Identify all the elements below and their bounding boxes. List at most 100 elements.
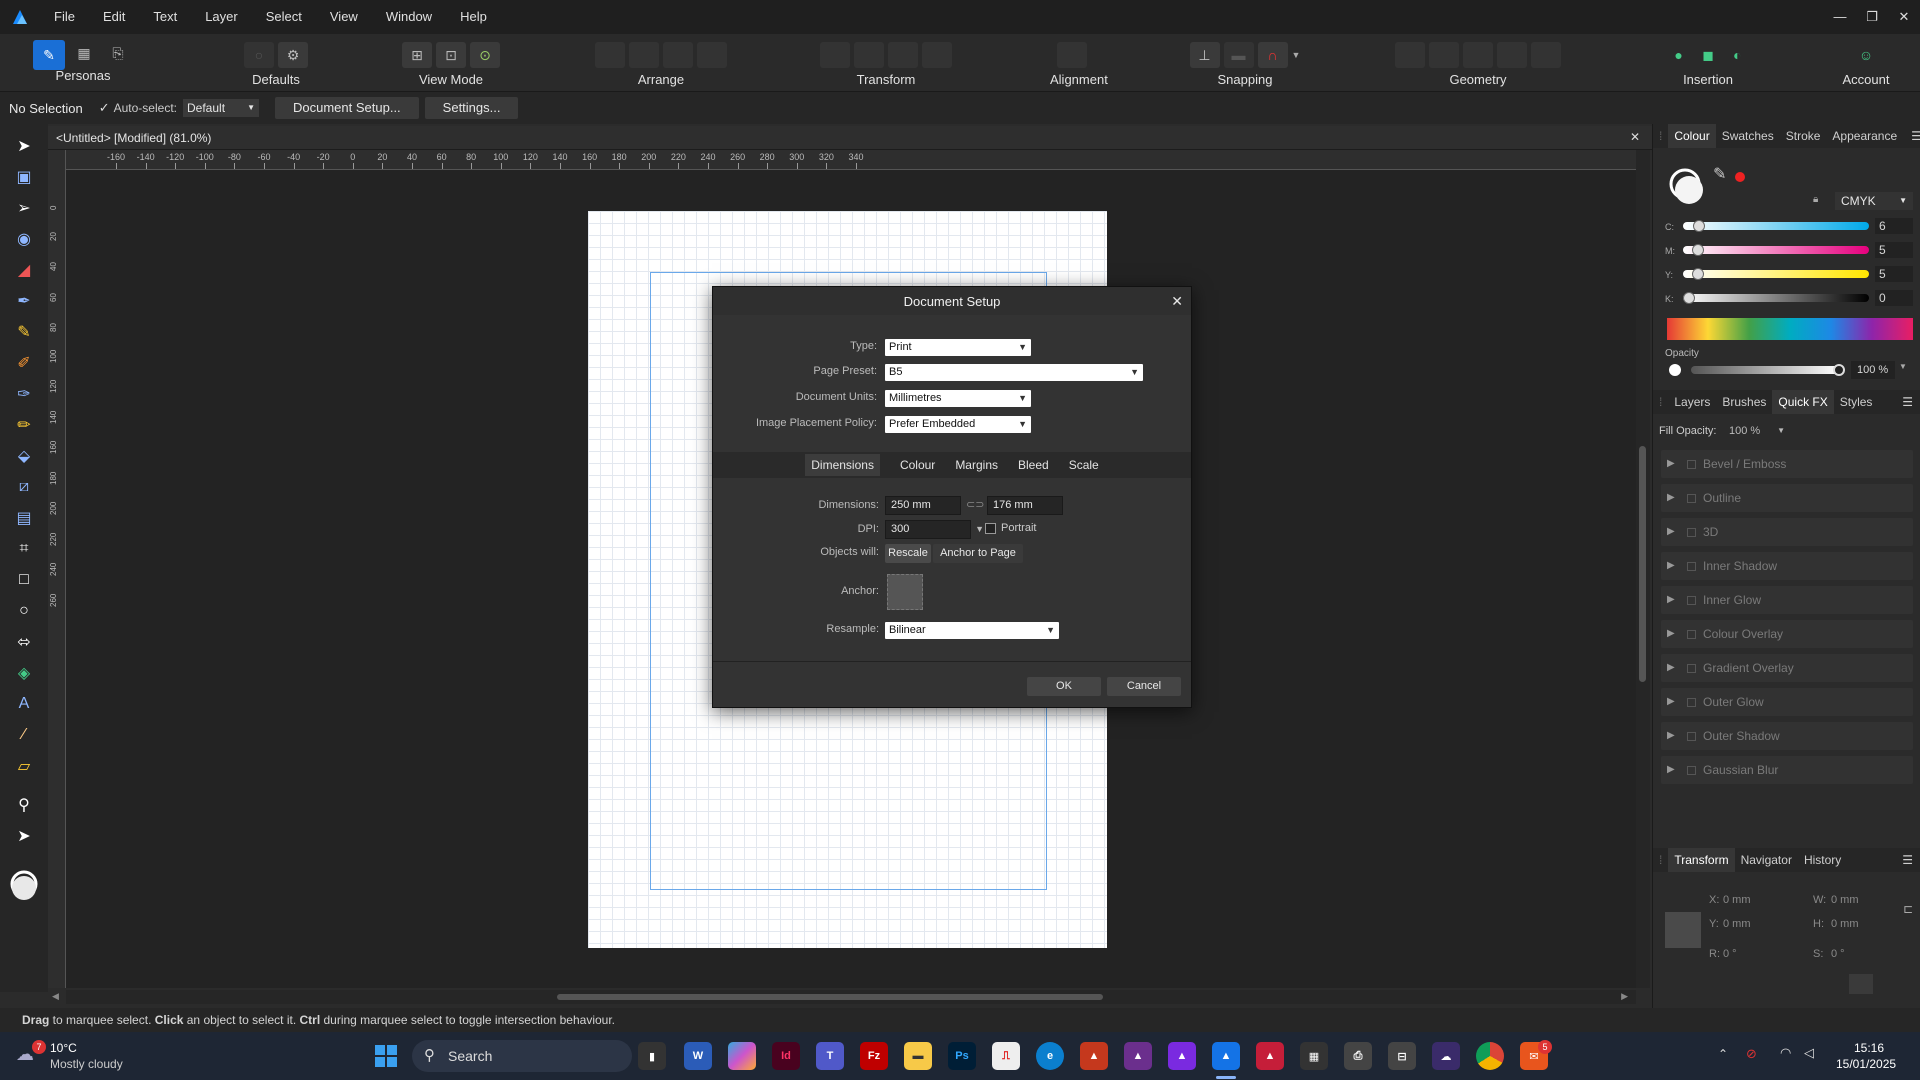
auto-select-dropdown[interactable]: Default ▼: [183, 99, 259, 117]
rotate-left-icon[interactable]: [820, 42, 850, 68]
vector-brush-icon[interactable]: ✐: [0, 347, 48, 378]
view-tool-icon[interactable]: ➤: [0, 820, 48, 851]
tab-dimensions[interactable]: Dimensions: [805, 454, 880, 476]
add-icon[interactable]: [1395, 42, 1425, 68]
ok-button[interactable]: OK: [1027, 677, 1101, 696]
fill-bucket-icon[interactable]: ⬙: [0, 440, 48, 471]
tab-scale[interactable]: Scale: [1069, 458, 1099, 472]
black-slider[interactable]: [1683, 292, 1869, 304]
rescale-button[interactable]: Rescale: [885, 544, 931, 563]
x-field[interactable]: 0 mm: [1723, 894, 1751, 906]
tab-styles[interactable]: Styles: [1834, 395, 1879, 409]
intersect-icon[interactable]: [1463, 42, 1493, 68]
menu-window[interactable]: Window: [372, 0, 446, 34]
effect-checkbox[interactable]: [1687, 664, 1696, 673]
arrange-front-icon[interactable]: [697, 42, 727, 68]
affinity-designer-icon[interactable]: ▲: [1212, 1042, 1240, 1070]
expand-arrow-icon[interactable]: ▶: [1667, 450, 1675, 478]
settings-button[interactable]: Settings...: [424, 97, 519, 119]
contour-tool-icon[interactable]: ◉: [0, 223, 48, 254]
stock-tool-icon[interactable]: ◈: [0, 657, 48, 688]
export-persona-icon[interactable]: ⎘: [103, 40, 133, 66]
close-window-button[interactable]: ✕: [1888, 0, 1920, 34]
magnet-icon[interactable]: ∩: [1257, 42, 1288, 68]
tab-swatches[interactable]: Swatches: [1716, 129, 1780, 143]
crop-tool-icon[interactable]: ⌗: [0, 533, 48, 564]
designer-persona-icon[interactable]: ✎: [33, 40, 65, 70]
alignment-icon[interactable]: [1057, 42, 1087, 68]
opacity-slider[interactable]: [1691, 364, 1845, 376]
minimize-button[interactable]: —: [1824, 0, 1856, 34]
transform-anchor-icon[interactable]: [1665, 912, 1701, 948]
copilot-icon[interactable]: [728, 1042, 756, 1070]
effect-checkbox[interactable]: [1687, 562, 1696, 571]
effect-checkbox[interactable]: [1687, 630, 1696, 639]
tab-stroke[interactable]: Stroke: [1780, 129, 1827, 143]
account-icon[interactable]: ☺: [1851, 42, 1881, 68]
quick-fx-item[interactable]: ▶ Bevel / Emboss: [1661, 450, 1913, 478]
arrange-forward-icon[interactable]: [663, 42, 693, 68]
y-value[interactable]: 5: [1875, 266, 1913, 282]
r-field[interactable]: 0 °: [1723, 948, 1737, 960]
horizontal-scroll-thumb[interactable]: [557, 994, 1103, 1000]
zoom-tool-icon[interactable]: ⚲: [0, 789, 48, 820]
menu-help[interactable]: Help: [446, 0, 501, 34]
expand-arrow-icon[interactable]: ▶: [1667, 552, 1675, 580]
magenta-slider-handle[interactable]: [1692, 244, 1704, 256]
h-field[interactable]: 0 mm: [1831, 918, 1859, 930]
quick-fx-item[interactable]: ▶ Colour Overlay: [1661, 620, 1913, 648]
fill-stroke-swatch-icon[interactable]: [0, 867, 48, 907]
expand-arrow-icon[interactable]: ▶: [1667, 586, 1675, 614]
expand-arrow-icon[interactable]: ▶: [1667, 756, 1675, 784]
restore-button[interactable]: ❐: [1856, 0, 1888, 34]
height-field[interactable]: 176 mm: [987, 496, 1063, 515]
transparency-tool-icon[interactable]: ⧄: [0, 471, 48, 502]
arrange-back-icon[interactable]: [595, 42, 625, 68]
type-select[interactable]: Print ▼: [885, 339, 1031, 356]
close-document-icon[interactable]: ✕: [1630, 130, 1640, 144]
artboard-tool-icon[interactable]: ▣: [0, 161, 48, 192]
task-view-icon[interactable]: ▮: [638, 1042, 666, 1070]
tray-app-icon[interactable]: ⊘: [1746, 1046, 1757, 1062]
c-value[interactable]: 6: [1875, 218, 1913, 234]
chrome-icon[interactable]: [1476, 1042, 1504, 1070]
magenta-slider[interactable]: [1683, 244, 1869, 256]
tab-margins[interactable]: Margins: [955, 458, 998, 472]
tab-transform[interactable]: Transform: [1668, 848, 1735, 872]
sync-defaults-icon[interactable]: ○: [244, 42, 274, 68]
affinity-publisher-old-icon[interactable]: ▲: [1080, 1042, 1108, 1070]
yellow-slider-handle[interactable]: [1692, 268, 1704, 280]
expand-arrow-icon[interactable]: ▶: [1667, 722, 1675, 750]
quick-fx-item[interactable]: ▶ Outline: [1661, 484, 1913, 512]
acrobat-icon[interactable]: ⎍: [992, 1042, 1020, 1070]
vertical-scrollbar[interactable]: [1636, 150, 1650, 988]
cloud-app-icon[interactable]: ☁: [1432, 1042, 1460, 1070]
panel-menu-icon[interactable]: ☰: [1903, 129, 1920, 143]
tab-history[interactable]: History: [1798, 853, 1847, 867]
pen-tool-icon[interactable]: ✒: [0, 285, 48, 316]
menu-file[interactable]: File: [40, 0, 89, 34]
anchor-selector-icon[interactable]: [887, 574, 923, 610]
quick-fx-item[interactable]: ▶ Gradient Overlay: [1661, 654, 1913, 682]
node-tool-icon[interactable]: ➢: [0, 192, 48, 223]
dpi-field[interactable]: 300 ▼: [885, 520, 984, 539]
fill-tool-icon[interactable]: ✑: [0, 378, 48, 409]
panel-grip-icon[interactable]: ⁞: [1653, 129, 1668, 143]
menu-edit[interactable]: Edit: [89, 0, 139, 34]
view-grid-icon[interactable]: ⊡: [436, 42, 466, 68]
insert-behind-icon[interactable]: ●: [1666, 42, 1691, 68]
tab-layers[interactable]: Layers: [1668, 395, 1716, 409]
document-tab[interactable]: <Untitled> [Modified] (81.0%) ✕: [48, 126, 1652, 150]
measure-tool-icon[interactable]: ▱: [0, 750, 48, 781]
horizontal-scrollbar[interactable]: ◀ ▶: [52, 990, 1636, 1004]
filezilla-icon[interactable]: Fz: [860, 1042, 888, 1070]
subtract-icon[interactable]: [1429, 42, 1459, 68]
panel-menu-icon[interactable]: ☰: [1894, 395, 1920, 409]
effect-checkbox[interactable]: [1687, 698, 1696, 707]
taskbar-search[interactable]: ⚲ Search: [412, 1040, 632, 1072]
quick-fx-item[interactable]: ▶ Outer Glow: [1661, 688, 1913, 716]
expand-arrow-icon[interactable]: ▶: [1667, 484, 1675, 512]
weather-desc[interactable]: Mostly cloudy: [50, 1057, 123, 1071]
flip-v-icon[interactable]: [922, 42, 952, 68]
chevron-down-icon[interactable]: ▼: [1292, 42, 1301, 68]
